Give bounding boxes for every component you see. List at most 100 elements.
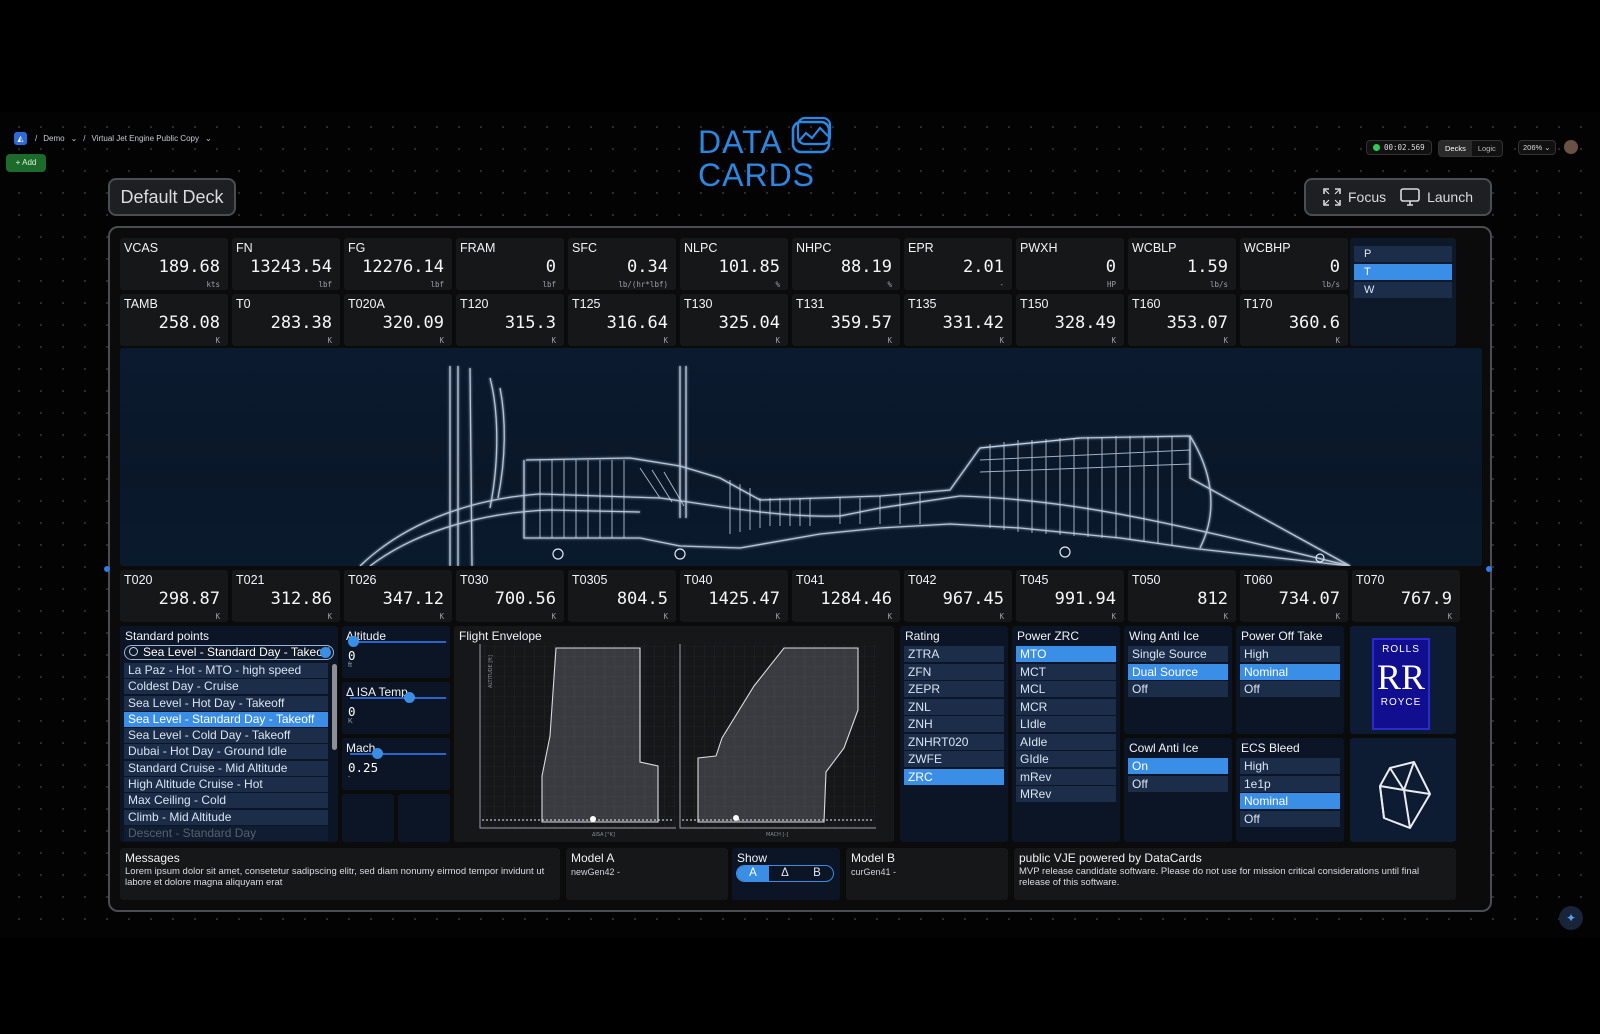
avatar[interactable]	[1564, 140, 1578, 154]
option-item[interactable]: ZNL	[904, 698, 1004, 715]
deck-controls: Focus Launch	[1304, 178, 1492, 216]
metric-unit: K	[215, 612, 220, 621]
zoom-select[interactable]: 206% ⌄	[1518, 140, 1556, 155]
metric-label: NHPC	[796, 241, 832, 255]
scrollbar[interactable]	[332, 664, 337, 750]
option-item[interactable]: ZRC	[904, 768, 1004, 785]
list-item[interactable]: Descent - Standard Day	[124, 825, 328, 841]
option-item[interactable]: LIdle	[1016, 716, 1116, 732]
list-item[interactable]: Max Ceiling - Cold	[124, 793, 328, 809]
slider-knob[interactable]	[372, 748, 383, 759]
launch-button[interactable]: Launch	[1400, 188, 1473, 206]
model-b-value: curGen41 -	[851, 867, 897, 877]
chevron-down-icon[interactable]: ⌄	[205, 134, 212, 143]
option-item[interactable]: Off	[1128, 775, 1228, 792]
option-item[interactable]: mRev	[1016, 768, 1116, 785]
add-button[interactable]: + Add	[6, 154, 46, 172]
resize-handle-right[interactable]	[1486, 566, 1492, 572]
tab-decks[interactable]: Decks	[1439, 141, 1472, 156]
list-item[interactable]: Sea Level - Hot Day - Takeoff	[124, 695, 328, 711]
slider-unit: ft	[348, 662, 352, 669]
option-w[interactable]: W	[1354, 282, 1452, 298]
metric-label: T170	[1244, 297, 1273, 311]
slider-track[interactable]	[350, 641, 446, 643]
chevron-down-icon[interactable]: ⌄	[71, 134, 78, 143]
metric-label: T041	[796, 573, 825, 587]
list-item[interactable]: Standard Cruise - Mid Altitude	[124, 760, 328, 776]
show-option-delta[interactable]: Δ	[769, 866, 801, 881]
metric-value: 283.38	[270, 313, 332, 333]
deck-frame: VCAS 189.68 kts FN 13243.54 lbf FG 12276.14 lbf F…	[104, 226, 1492, 912]
tab-logic[interactable]: Logic	[1472, 141, 1502, 156]
option-item[interactable]: MTO	[1016, 646, 1116, 662]
list-item[interactable]: Coldest Day - Cruise	[124, 679, 328, 695]
messages-panel: Messages Lorem ipsum dolor sit amet, con…	[120, 848, 560, 900]
option-item[interactable]: ZFN	[904, 663, 1004, 680]
slider-knob[interactable]	[348, 636, 359, 647]
option-item[interactable]: On	[1128, 758, 1228, 774]
breadcrumb-project[interactable]: Virtual Jet Engine Public Copy	[92, 134, 199, 143]
option-item[interactable]: Off	[1240, 810, 1340, 827]
resize-handle-left[interactable]	[104, 566, 110, 572]
polyhedron-logo-panel	[1350, 738, 1456, 842]
metric-label: T042	[908, 573, 937, 587]
option-item[interactable]: Single Source	[1128, 646, 1228, 662]
clear-icon[interactable]	[320, 647, 331, 658]
option-item[interactable]: MCL	[1016, 681, 1116, 697]
option-item[interactable]: Off	[1240, 681, 1340, 697]
slider-unit: -	[348, 774, 351, 781]
option-item[interactable]: ZEPR	[904, 681, 1004, 697]
option-item[interactable]: MCR	[1016, 698, 1116, 715]
standard-points-search[interactable]: Sea Level - Standard Day - Takeoff	[124, 645, 334, 660]
option-p[interactable]: P	[1354, 246, 1452, 262]
option-t[interactable]: T	[1354, 264, 1452, 280]
option-item[interactable]: High	[1240, 758, 1340, 774]
breadcrumb-demo[interactable]: Demo	[43, 134, 64, 143]
brand-line2: CARDS	[698, 157, 816, 193]
monitor-icon	[1400, 188, 1420, 206]
slider-track[interactable]	[350, 697, 446, 699]
metric-unit: K	[663, 612, 668, 621]
list-item[interactable]: Climb - Mid Altitude	[124, 809, 328, 825]
list-item[interactable]: Dubai - Hot Day - Ground Idle	[124, 744, 328, 760]
option-item[interactable]: Off	[1128, 681, 1228, 697]
list-item[interactable]: Sea Level - Standard Day - Takeoff	[124, 711, 328, 727]
option-item[interactable]: ZNH	[904, 716, 1004, 732]
assistant-button[interactable]: ✦	[1559, 906, 1583, 930]
list-item[interactable]: Sea Level - Cold Day - Takeoff	[124, 728, 328, 744]
option-list: High Nominal Off	[1240, 646, 1340, 699]
metric-label: T131	[796, 297, 825, 311]
option-item[interactable]: Nominal	[1240, 793, 1340, 809]
panel-title: Power Off Take	[1241, 629, 1323, 643]
metric-card-fn: FN 13243.54 lbf	[232, 238, 340, 290]
focus-button[interactable]: Focus	[1323, 188, 1386, 206]
metric-unit: K	[1111, 336, 1116, 345]
option-item[interactable]: ZNHRT020	[904, 733, 1004, 750]
scrollbar-thumb[interactable]	[332, 664, 337, 750]
option-item[interactable]: ZTRA	[904, 646, 1004, 662]
option-item[interactable]: Dual Source	[1128, 663, 1228, 680]
metric-card-t030: T030 700.56 K	[456, 570, 564, 622]
cowl-anti-ice-panel: Cowl Anti Ice On Off	[1124, 738, 1232, 842]
show-option-a[interactable]: A	[737, 866, 769, 881]
option-item[interactable]: High	[1240, 646, 1340, 662]
deck-title[interactable]: Default Deck	[108, 178, 236, 216]
option-item[interactable]: MRev	[1016, 786, 1116, 802]
option-item[interactable]: MCT	[1016, 663, 1116, 680]
list-item[interactable]: High Altitude Cruise - Hot	[124, 777, 328, 793]
slider-knob[interactable]	[404, 692, 415, 703]
app-logo-icon[interactable]: ◭	[14, 132, 27, 145]
option-item[interactable]: 1e1p	[1240, 775, 1340, 792]
option-item[interactable]: ZWFE	[904, 751, 1004, 767]
option-item[interactable]: GIdle	[1016, 751, 1116, 767]
show-option-b[interactable]: B	[801, 866, 833, 881]
metric-label: TAMB	[124, 297, 158, 311]
option-item[interactable]: AIdle	[1016, 733, 1116, 750]
slider-track[interactable]	[350, 753, 446, 755]
breadcrumb-sep: /	[35, 134, 38, 143]
list-item[interactable]: La Paz - Hot - MTO - high speed	[124, 663, 328, 678]
option-item[interactable]: Nominal	[1240, 663, 1340, 680]
metric-card-wcbhp: WCBHP 0 lb/s	[1240, 238, 1348, 290]
metric-label: T0	[236, 297, 251, 311]
metric-unit: HP	[1106, 280, 1116, 289]
